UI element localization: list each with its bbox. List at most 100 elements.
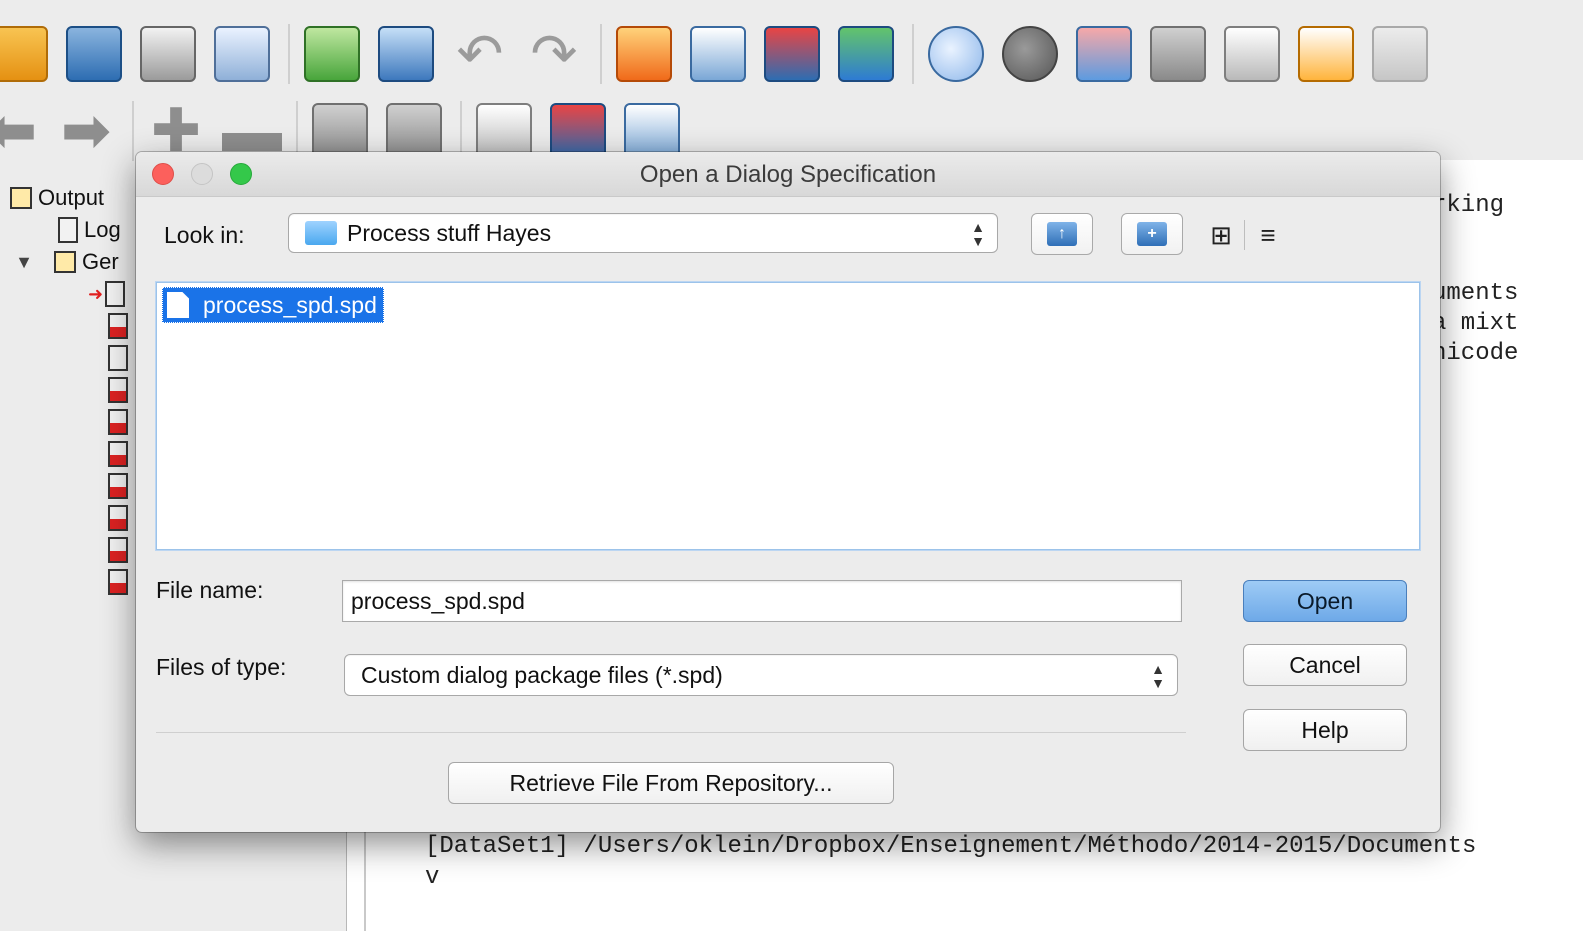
open-dialog-window: Open a Dialog Specification Look in: Pro…: [136, 152, 1440, 832]
tree-item-label: Ger: [82, 249, 119, 274]
table-icon: [108, 313, 128, 339]
goto-case-icon[interactable]: [616, 26, 672, 82]
forward-arrow-icon[interactable]: ➡: [58, 101, 114, 161]
tree-item-leaf[interactable]: [10, 534, 140, 566]
table-icon: [108, 505, 128, 531]
show-all-variables-icon[interactable]: [1002, 26, 1058, 82]
insert-title-icon[interactable]: [550, 103, 606, 159]
hide-icon[interactable]: [386, 103, 442, 159]
view-mode-toggle: ⊞ ≡: [1206, 220, 1283, 250]
help-button[interactable]: Help: [1243, 709, 1407, 751]
file-list[interactable]: process_spd.spd: [156, 282, 1420, 550]
tree-item-leaf[interactable]: [10, 374, 140, 406]
notes-icon: [105, 281, 126, 307]
output-text-line: v: [425, 864, 440, 891]
files-of-type-select[interactable]: Custom dialog package files (*.spd) ▲ ▼: [344, 654, 1178, 696]
save-icon[interactable]: [66, 26, 122, 82]
tree-item-leaf[interactable]: [10, 310, 140, 342]
output-text-line: uments: [1432, 280, 1519, 307]
table-icon: [108, 441, 128, 467]
tree-item-leaf[interactable]: [10, 342, 140, 374]
tree-item-general[interactable]: ▼ Ger: [10, 246, 140, 278]
log-icon: [58, 217, 78, 243]
toolbar-separator: [132, 101, 134, 161]
tree-item-leaf[interactable]: [10, 406, 140, 438]
current-item-arrow-icon: ➜: [88, 283, 104, 304]
expand-caret-icon[interactable]: ▼: [14, 252, 34, 273]
designated-window-icon[interactable]: [1150, 26, 1206, 82]
look-in-select[interactable]: Process stuff Hayes ▲ ▼: [288, 213, 998, 253]
variables-icon[interactable]: [838, 26, 894, 82]
tree-item-leaf[interactable]: ➜: [10, 278, 140, 310]
dataset-path-line: [DataSet1] /Users/oklein/Dropbox/Enseign…: [425, 833, 1477, 860]
print-icon[interactable]: [140, 26, 196, 82]
print-preview-icon[interactable]: [214, 26, 270, 82]
create-new-folder-button[interactable]: +: [1121, 213, 1183, 255]
look-in-label: Look in:: [164, 222, 245, 248]
insert-text-icon[interactable]: [624, 103, 680, 159]
output-book-icon: [54, 251, 76, 273]
export-icon[interactable]: [304, 26, 360, 82]
expand-plus-icon[interactable]: ✚: [148, 101, 204, 161]
open-folder-icon[interactable]: [0, 26, 48, 82]
collapse-minus-icon[interactable]: ▬: [222, 101, 282, 161]
tree-item-label: Log: [84, 217, 121, 242]
output-text-line: rking: [1432, 192, 1505, 219]
tree-item-leaf[interactable]: [10, 566, 140, 598]
tree-item-label: Output: [38, 185, 105, 210]
goto-variable-icon[interactable]: [690, 26, 746, 82]
table-icon: [108, 537, 128, 563]
use-sets-icon[interactable]: [928, 26, 984, 82]
output-text-line: a mixt: [1432, 310, 1519, 337]
dialog-titlebar[interactable]: Open a Dialog Specification: [136, 152, 1440, 197]
tree-item-log[interactable]: Log: [10, 214, 140, 246]
file-name-text: process_spd.spd: [203, 291, 377, 318]
folder-up-icon: ↑: [1047, 222, 1077, 246]
open-button[interactable]: Open: [1243, 580, 1407, 622]
main-toolbar: ↶ ↷: [0, 14, 1446, 94]
run-script-icon[interactable]: [1298, 26, 1354, 82]
spell-check-icon[interactable]: [1076, 26, 1132, 82]
toolbar-extra-icon[interactable]: [1372, 26, 1428, 82]
tree-item-output[interactable]: Output: [10, 182, 140, 214]
tree-item-leaf[interactable]: [10, 470, 140, 502]
dialog-recall-icon[interactable]: [378, 26, 434, 82]
file-name-label: File name:: [156, 577, 264, 603]
table-icon: [108, 377, 128, 403]
document-icon[interactable]: [1224, 26, 1280, 82]
stepper-arrows-icon: ▲ ▼: [971, 219, 985, 249]
redo-icon[interactable]: ↷: [526, 26, 582, 82]
retrieve-from-repository-button[interactable]: Retrieve File From Repository...: [448, 762, 894, 804]
file-name-value: process_spd.spd: [351, 587, 525, 614]
insert-heading-icon[interactable]: [476, 103, 532, 159]
new-folder-icon: +: [1137, 222, 1167, 246]
grid-view-icon[interactable]: ⊞: [1206, 220, 1236, 250]
output-gutter-line: [364, 830, 366, 931]
table-icon: [108, 409, 128, 435]
toolbar-separator: [288, 24, 290, 84]
list-view-icon[interactable]: ≡: [1253, 220, 1283, 250]
toolbar-separator: [600, 24, 602, 84]
show-icon[interactable]: [312, 103, 368, 159]
table-icon: [108, 569, 128, 595]
cancel-button[interactable]: Cancel: [1243, 644, 1407, 686]
dialog-divider: [156, 732, 1186, 733]
file-list-item[interactable]: process_spd.spd: [162, 287, 384, 323]
notes-icon: [108, 345, 128, 371]
tree-item-leaf[interactable]: [10, 438, 140, 470]
files-of-type-label: Files of type:: [156, 654, 287, 680]
look-in-value: Process stuff Hayes: [347, 219, 552, 246]
toolbar-separator: [912, 24, 914, 84]
output-book-icon: [10, 187, 32, 209]
insert-cases-icon[interactable]: [764, 26, 820, 82]
dialog-title: Open a Dialog Specification: [639, 161, 937, 188]
up-one-level-button[interactable]: ↑: [1031, 213, 1093, 255]
toggle-separator: [1244, 220, 1245, 250]
folder-icon: [305, 221, 337, 245]
undo-icon[interactable]: ↶: [452, 26, 508, 82]
files-of-type-value: Custom dialog package files (*.spd): [361, 661, 723, 688]
file-name-field[interactable]: process_spd.spd: [342, 580, 1182, 622]
back-arrow-icon[interactable]: ⬅: [0, 101, 40, 161]
tree-item-leaf[interactable]: [10, 502, 140, 534]
stepper-arrows-icon: ▲ ▼: [1151, 661, 1165, 691]
